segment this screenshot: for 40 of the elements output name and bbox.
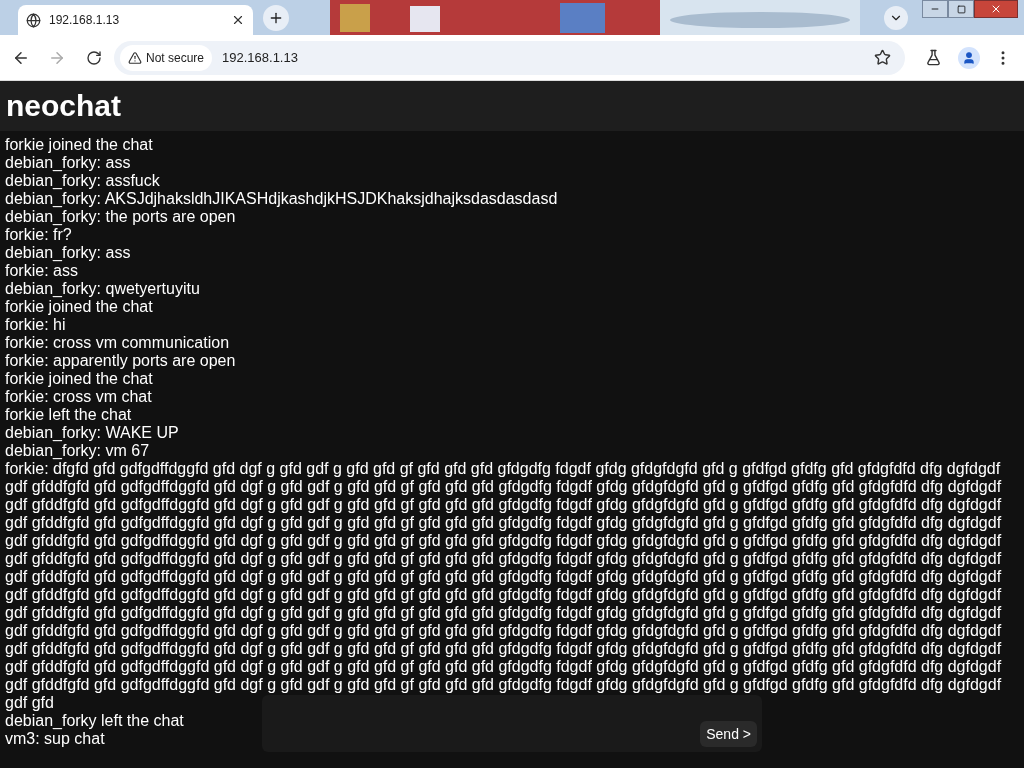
chat-message: debian_forky: WAKE UP	[5, 424, 179, 442]
chat-message: debian_forky: ass	[5, 244, 131, 262]
chat-message: forkie: hi	[5, 316, 66, 334]
chat-message: debian_forky left the chat	[5, 712, 184, 730]
chat-message: forkie: fr?	[5, 226, 72, 244]
chat-message: forkie joined the chat	[5, 298, 153, 316]
tab-title: 192.168.1.13	[49, 12, 121, 29]
chat-message: debian_forky: qwetyertuyitu	[5, 280, 200, 298]
app-title: neochat	[6, 91, 122, 121]
chat-message: debian_forky: the ports are open	[5, 208, 236, 226]
reload-icon[interactable]	[86, 49, 102, 66]
flask-icon[interactable]	[925, 49, 942, 66]
minimize-button[interactable]	[922, 0, 948, 18]
address-bar[interactable]: Not secure 192.168.1.13	[114, 40, 905, 75]
chat-message: forkie joined the chat	[5, 370, 153, 388]
send-button[interactable]: Send >	[700, 721, 757, 747]
close-icon[interactable]	[231, 13, 245, 27]
chat-message: forkie: cross vm chat	[5, 388, 152, 406]
chat-message: debian_forky: assfuck	[5, 172, 160, 190]
chat-message: forkie: ass	[5, 262, 78, 280]
chat-message: debian_forky: vm 67	[5, 442, 150, 460]
security-chip[interactable]: Not secure	[120, 44, 213, 71]
chat-message: forkie: cross vm communication	[5, 334, 230, 352]
star-icon[interactable]	[874, 49, 891, 66]
chat-message: forkie left the chat	[5, 406, 132, 424]
maximize-button[interactable]	[948, 0, 974, 18]
chat-message: forkie joined the chat	[5, 136, 153, 154]
chat-message: debian_forky: AKSJdjhaksldhJIKASHdjkashdjkHSJDKhaksjdhajksdasdasdasd	[5, 190, 558, 208]
close-icon	[990, 3, 1002, 15]
security-label: Not secure	[146, 49, 205, 67]
plus-icon	[268, 10, 284, 26]
warning-icon	[128, 50, 142, 65]
chat-message: forkie: apparently ports are open	[5, 352, 236, 370]
chat-message: vm3: sup chat	[5, 730, 105, 748]
browser-tab[interactable]: 192.168.1.13	[18, 5, 253, 35]
maximize-icon	[956, 4, 966, 14]
globe-icon	[26, 12, 41, 28]
chat-message: debian_forky: ass	[5, 154, 131, 172]
profile-icon[interactable]	[958, 46, 980, 69]
url-text: 192.168.1.13	[222, 48, 299, 67]
